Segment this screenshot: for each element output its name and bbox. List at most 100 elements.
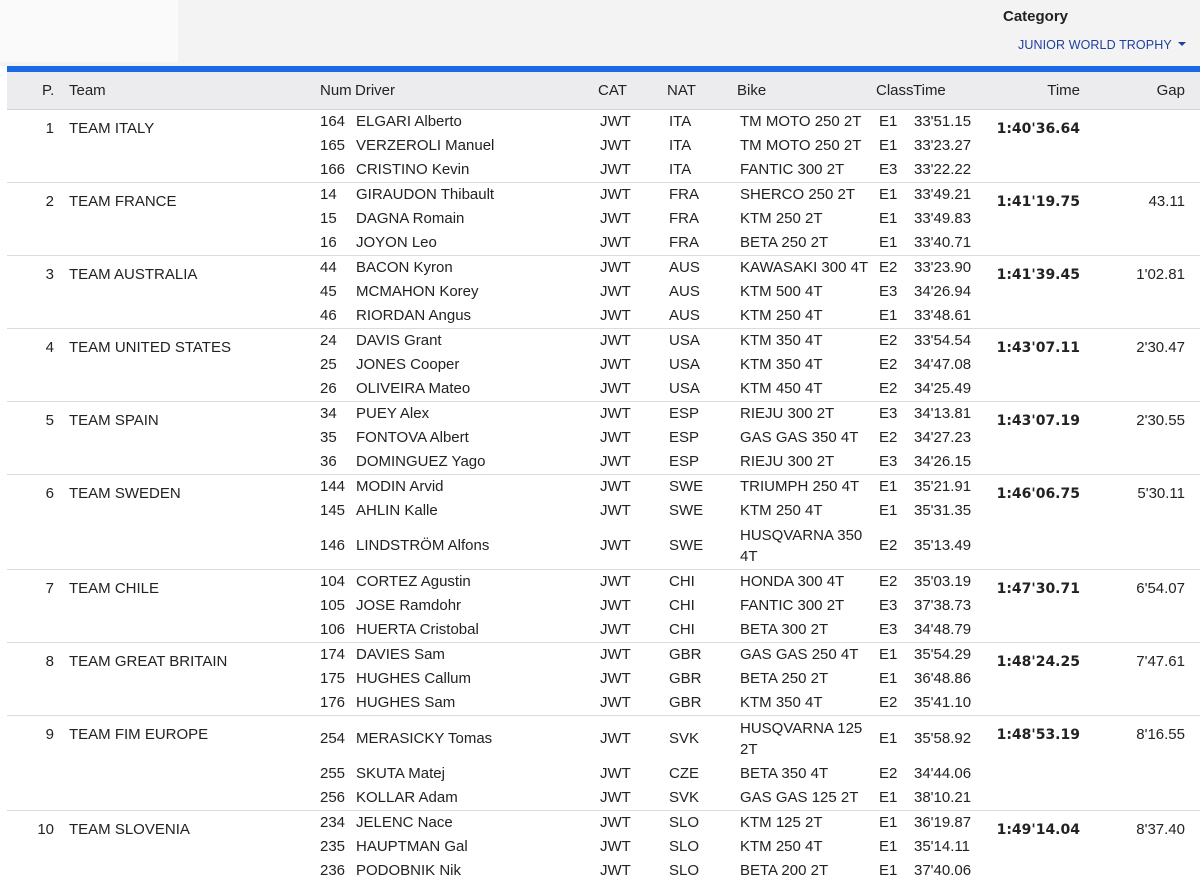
rider-category: JWT <box>600 730 631 747</box>
rider-name[interactable]: SKUTA Matej <box>356 765 445 782</box>
rider-number: 146 <box>320 537 346 554</box>
rider-row: 36 DOMINGUEZ Yago JWT ESP RIEJU 300 2T E3 34'2… <box>7 450 1200 474</box>
rider-number: 165 <box>320 137 346 154</box>
rider-time: 34'26.94 <box>914 283 972 300</box>
rider-nationality: FRA <box>669 210 699 227</box>
header-gap[interactable]: Gap <box>1137 82 1185 99</box>
rider-bike: TM MOTO 250 2T <box>740 137 862 154</box>
rider-bike: KTM 500 4T <box>740 283 823 300</box>
rider-bike: BETA 200 2T <box>740 862 829 877</box>
rider-name[interactable]: JONES Cooper <box>356 356 459 373</box>
category-dropdown[interactable]: JUNIOR WORLD TROPHY <box>1018 38 1186 52</box>
rider-bike: GAS GAS 125 2T <box>740 789 859 806</box>
category-selected[interactable]: JUNIOR WORLD TROPHY <box>1018 38 1172 52</box>
rider-row: 166 CRISTINO Kevin JWT ITA FANTIC 300 2T E3 33… <box>7 158 1200 182</box>
rider-row: 106 HUERTA Cristobal JWT CHI BETA 300 2T E3 34… <box>7 618 1200 642</box>
rider-nationality: ITA <box>669 161 692 178</box>
rider-time: 37'40.06 <box>914 862 972 877</box>
rider-row: 174 DAVIES Sam JWT GBR GAS GAS 250 4T E1 35'54… <box>7 643 1200 667</box>
results-table: P. Team Num Driver CAT NAT Bike Class Ti… <box>7 72 1200 877</box>
rider-class: E1 <box>879 307 898 324</box>
header-time[interactable]: Time <box>1047 82 1080 99</box>
rider-time: 34'48.79 <box>914 621 972 638</box>
rider-number: 144 <box>320 478 346 495</box>
rider-row: 176 HUGHES Sam JWT GBR KTM 350 4T E2 35'41.10 <box>7 691 1200 715</box>
rider-name[interactable]: DAGNA Romain <box>356 210 464 227</box>
rider-name[interactable]: DAVIES Sam <box>356 646 445 663</box>
rider-number: 254 <box>320 730 346 747</box>
rider-name[interactable]: JOYON Leo <box>356 234 437 251</box>
header-cat[interactable]: CAT <box>598 82 627 99</box>
rider-number: 234 <box>320 814 346 831</box>
rider-name[interactable]: HUGHES Sam <box>356 694 455 711</box>
rider-class: E2 <box>879 765 898 782</box>
rider-number: 36 <box>320 453 337 470</box>
rider-name[interactable]: CORTEZ Agustin <box>356 573 471 590</box>
rider-row: 144 MODIN Arvid JWT SWE TRIUMPH 250 4T E1 35'2… <box>7 475 1200 499</box>
rider-class: E3 <box>879 405 898 422</box>
rider-row: 256 KOLLAR Adam JWT SVK GAS GAS 125 2T E1 38'1… <box>7 786 1200 810</box>
rider-name[interactable]: AHLIN Kalle <box>356 502 438 519</box>
header-nat[interactable]: NAT <box>667 82 696 99</box>
rider-nationality: ESP <box>669 429 700 446</box>
rider-nationality: CHI <box>669 621 695 638</box>
rider-name[interactable]: PODOBNIK Nik <box>356 862 461 877</box>
rider-bike: KAWASAKI 300 4T <box>740 259 869 276</box>
rider-name[interactable]: DAVIS Grant <box>356 332 442 349</box>
rider-name[interactable]: LINDSTRÖM Alfons <box>356 537 489 554</box>
rider-name[interactable]: VERZEROLI Manuel <box>356 137 494 154</box>
rider-name[interactable]: BACON Kyron <box>356 259 453 276</box>
rider-number: 106 <box>320 621 346 638</box>
rider-name[interactable]: MODIN Arvid <box>356 478 444 495</box>
rider-row: 235 HAUPTMAN Gal JWT SLO KTM 250 4T E1 35'14.1… <box>7 835 1200 859</box>
rider-name[interactable]: KOLLAR Adam <box>356 789 458 806</box>
rider-name[interactable]: CRISTINO Kevin <box>356 161 469 178</box>
rider-class: E1 <box>879 670 898 687</box>
rider-name[interactable]: HUGHES Callum <box>356 670 471 687</box>
rider-time: 35'41.10 <box>914 694 972 711</box>
rider-category: JWT <box>600 137 631 154</box>
header-class[interactable]: Class <box>876 82 914 99</box>
rider-name[interactable]: JOSE Ramdohr <box>356 597 461 614</box>
rider-name[interactable]: MERASICKY Tomas <box>356 730 492 747</box>
rider-time: 33'51.15 <box>914 113 972 130</box>
header-class-time[interactable]: Time <box>913 82 946 99</box>
rider-category: JWT <box>600 862 631 877</box>
header-driver[interactable]: Driver <box>355 82 395 99</box>
rider-row: 164 ELGARI Alberto JWT ITA TM MOTO 250 2T E1 3… <box>7 110 1200 134</box>
rider-name[interactable]: DOMINGUEZ Yago <box>356 453 485 470</box>
rider-name[interactable]: RIORDAN Angus <box>356 307 471 324</box>
rider-name[interactable]: HAUPTMAN Gal <box>356 838 468 855</box>
rider-name[interactable]: JELENC Nace <box>356 814 453 831</box>
category-title: Category <box>1003 8 1069 25</box>
rider-class: E1 <box>879 838 898 855</box>
rider-name[interactable]: FONTOVA Albert <box>356 429 469 446</box>
rider-class: E1 <box>879 234 898 251</box>
rider-nationality: USA <box>669 380 700 397</box>
rider-number: 24 <box>320 332 337 349</box>
rider-name[interactable]: HUERTA Cristobal <box>356 621 479 638</box>
rider-time: 37'38.73 <box>914 597 972 614</box>
header-team[interactable]: Team <box>69 82 106 99</box>
rider-class: E2 <box>879 356 898 373</box>
rider-class: E3 <box>879 161 898 178</box>
rider-name[interactable]: PUEY Alex <box>356 405 429 422</box>
rider-category: JWT <box>600 621 631 638</box>
rider-name[interactable]: MCMAHON Korey <box>356 283 479 300</box>
team-group: 3 TEAM AUSTRALIA 1:41'39.45 1'02.81 44 BACON … <box>7 256 1200 329</box>
header-pos[interactable]: P. <box>42 82 54 99</box>
header-num[interactable]: Num <box>320 82 352 99</box>
rider-number: 176 <box>320 694 346 711</box>
rider-nationality: AUS <box>669 283 700 300</box>
rider-bike: TRIUMPH 250 4T <box>740 478 860 495</box>
rider-class: E2 <box>879 259 898 276</box>
rider-bike: SHERCO 250 2T <box>740 186 856 203</box>
rider-name[interactable]: OLIVEIRA Mateo <box>356 380 470 397</box>
rider-class: E1 <box>879 210 898 227</box>
rider-name[interactable]: GIRAUDON Thibault <box>356 186 494 203</box>
rider-number: 174 <box>320 646 346 663</box>
rider-name[interactable]: ELGARI Alberto <box>356 113 462 130</box>
rider-bike: RIEJU 300 2T <box>740 405 835 422</box>
rider-row: 35 FONTOVA Albert JWT ESP GAS GAS 350 4T E2 34… <box>7 426 1200 450</box>
header-bike[interactable]: Bike <box>737 82 766 99</box>
